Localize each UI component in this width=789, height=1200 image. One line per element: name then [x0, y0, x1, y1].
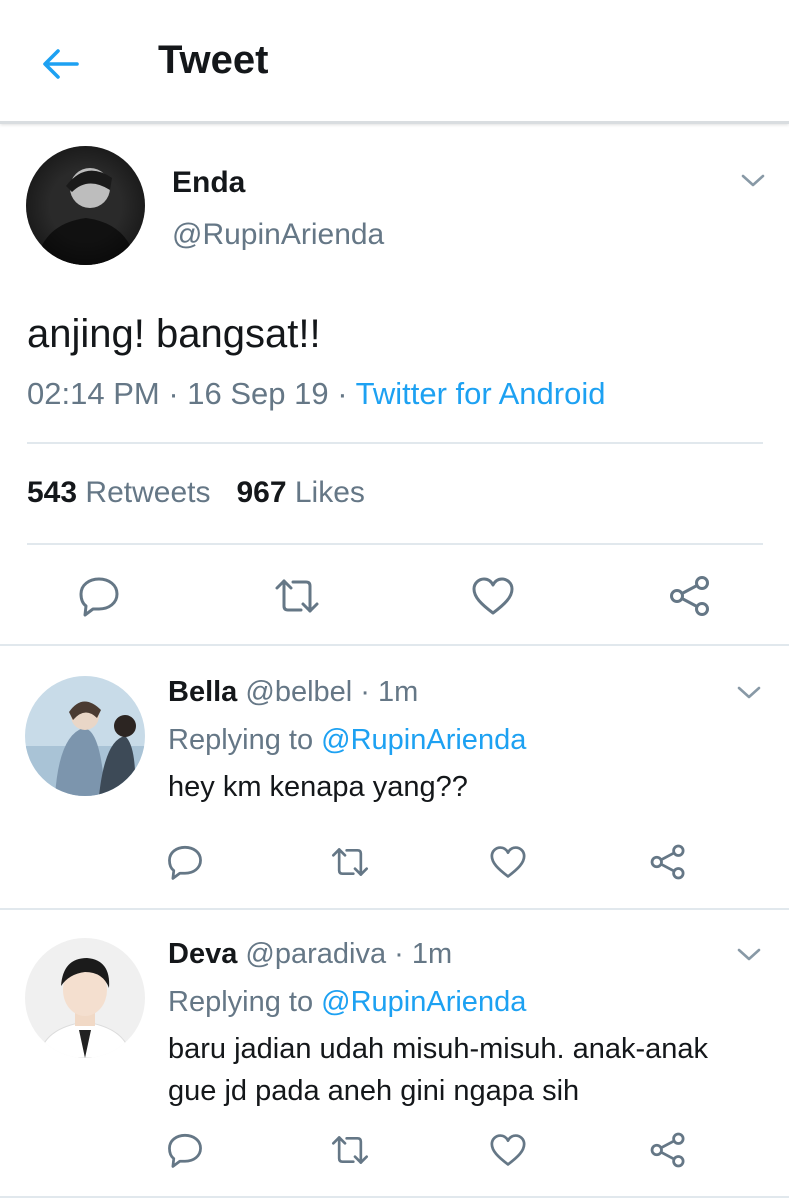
like-icon: [490, 1134, 526, 1166]
main-tweet: Enda @RupinArienda anjing! bangsat!! 02:…: [0, 124, 789, 646]
retweet-label: Retweets: [85, 476, 211, 509]
like-icon: [472, 577, 514, 615]
like-button[interactable]: [488, 1130, 528, 1170]
divider: [27, 543, 763, 545]
retweets-stat[interactable]: 543 Retweets: [27, 476, 210, 509]
reply-avatar[interactable]: [25, 676, 145, 796]
back-button[interactable]: [30, 34, 90, 94]
back-arrow-icon: [43, 49, 79, 79]
tweet-date: 16 Sep 19: [187, 376, 329, 411]
author-avatar[interactable]: [26, 146, 145, 265]
chevron-down-icon: [737, 686, 761, 699]
reply-author-handle[interactable]: @belbel: [245, 676, 352, 708]
retweet-button[interactable]: [330, 1130, 370, 1170]
reply-menu-button[interactable]: [732, 676, 766, 710]
replying-mention-link[interactable]: @RupinArienda: [321, 724, 526, 756]
reply-button[interactable]: [75, 572, 123, 620]
reply-author-name[interactable]: Deva: [168, 938, 237, 970]
reply-author-handle[interactable]: @paradiva: [245, 938, 386, 970]
retweet-icon: [275, 579, 319, 613]
retweet-icon: [332, 848, 368, 876]
tweet-time: 02:14 PM: [27, 376, 160, 411]
reply-text: hey km kenapa yang??: [168, 771, 468, 803]
share-button[interactable]: [648, 1130, 688, 1170]
share-icon: [670, 576, 709, 616]
author-name[interactable]: Enda: [172, 166, 245, 200]
share-icon: [650, 844, 685, 880]
replying-prefix: Replying to: [168, 986, 314, 1018]
like-count: 967: [236, 476, 287, 509]
reply-icon: [168, 1133, 202, 1168]
reply-author-name[interactable]: Bella: [168, 676, 237, 708]
likes-stat[interactable]: 967 Likes: [236, 476, 364, 509]
reply-tweet[interactable]: Bella @belbel · 1m Replying to @RupinAri…: [0, 646, 789, 910]
author-handle[interactable]: @RupinArienda: [172, 218, 384, 252]
tweet-menu-button[interactable]: [736, 164, 770, 198]
like-label: Likes: [294, 476, 365, 509]
tweet-meta: 02:14 PM · 16 Sep 19 · Twitter for Andro…: [27, 376, 606, 411]
reply-button[interactable]: [165, 842, 205, 882]
retweet-button[interactable]: [273, 572, 321, 620]
page-title: Tweet: [158, 38, 269, 82]
replying-mention-link[interactable]: @RupinArienda: [321, 986, 526, 1018]
reply-time: 1m: [411, 938, 453, 970]
retweet-count: 543: [27, 476, 78, 509]
reply-header: Deva @paradiva · 1m: [168, 938, 453, 970]
reply-tweet[interactable]: Deva @paradiva · 1m Replying to @RupinAr…: [0, 910, 789, 1198]
retweet-button[interactable]: [330, 842, 370, 882]
replying-to: Replying to @RupinArienda: [168, 986, 526, 1019]
top-app-bar: Tweet: [0, 0, 789, 124]
share-button[interactable]: [666, 572, 714, 620]
replying-to: Replying to @RupinArienda: [168, 724, 526, 757]
like-icon: [490, 846, 526, 878]
reply-avatar[interactable]: [25, 938, 145, 1058]
reply-time: 1m: [378, 676, 419, 708]
reply-text: baru jadian udah misuh-misuh. anak-anak …: [168, 1033, 709, 1107]
tweet-source-link[interactable]: Twitter for Android: [356, 376, 606, 411]
reply-button[interactable]: [165, 1130, 205, 1170]
like-button[interactable]: [488, 842, 528, 882]
like-button[interactable]: [469, 572, 517, 620]
chevron-down-icon: [737, 948, 761, 961]
reply-icon: [79, 577, 119, 617]
tweet-stats: 543 Retweets 967 Likes: [27, 476, 365, 510]
replying-prefix: Replying to: [168, 724, 314, 756]
reply-menu-button[interactable]: [732, 938, 766, 972]
retweet-icon: [332, 1136, 368, 1164]
tweet-text: anjing! bangsat!!: [27, 312, 321, 356]
reply-header: Bella @belbel · 1m: [168, 676, 419, 708]
share-button[interactable]: [648, 842, 688, 882]
divider: [27, 442, 763, 444]
chevron-down-icon: [741, 174, 765, 187]
share-icon: [650, 1132, 685, 1168]
reply-icon: [168, 845, 202, 880]
